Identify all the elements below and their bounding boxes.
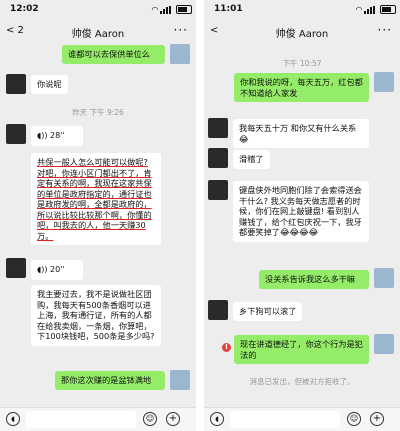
message-text: 键盘侠外地同胞们除了会索得送会干什么? 我义务每天做志愿者的时候，你们在网上敲键… bbox=[239, 185, 362, 237]
chat-message[interactable]: 没关系告诉我这么多干嘛 bbox=[259, 270, 369, 289]
chat-panel-right: 11:01 ◠ < 帅俊 Aaron ··· 下午 10:57 你和我说的呀，每… bbox=[204, 0, 400, 431]
avatar[interactable] bbox=[170, 44, 190, 64]
message-text: 没关系告诉我这么多干嘛 bbox=[265, 274, 356, 284]
signal-icon bbox=[160, 6, 172, 14]
wifi-icon: ◠ bbox=[151, 5, 158, 14]
voice-message[interactable]: ◖)) 28'' bbox=[31, 126, 83, 147]
message-input[interactable] bbox=[230, 411, 340, 428]
voice-icon: ◖)) bbox=[37, 131, 50, 140]
voice-icon: ◖)) bbox=[37, 265, 50, 274]
input-bar: ◖ ☺ + bbox=[0, 407, 196, 431]
send-failed-icon[interactable]: ! bbox=[222, 343, 231, 352]
message-text: 共保一般人怎么可能可以做呢? 对吧，你连小区门都出不了，肯定有关系的啊，我现在这… bbox=[37, 157, 152, 241]
chat-message[interactable]: 滑稽了 bbox=[233, 150, 270, 169]
chat-message[interactable]: 那你这次赚的是盆钵满地 bbox=[55, 371, 165, 390]
battery-icon bbox=[380, 5, 396, 14]
divider bbox=[196, 0, 204, 431]
avatar[interactable] bbox=[208, 148, 228, 168]
message-text: 乡下狗可以滚了 bbox=[239, 306, 297, 316]
chat-message[interactable]: 你说呢 bbox=[31, 75, 68, 94]
avatar[interactable] bbox=[170, 370, 190, 390]
chat-message[interactable]: 共保一般人怎么可能可以做呢? 对吧，你连小区门都出不了，肯定有关系的啊，我现在这… bbox=[31, 153, 161, 245]
plus-icon[interactable]: + bbox=[166, 412, 180, 426]
voice-input-icon[interactable]: ◖ bbox=[6, 412, 20, 426]
avatar[interactable] bbox=[208, 300, 228, 320]
message-text: 那你这次赚的是盆钵满地 bbox=[61, 375, 152, 385]
avatar[interactable] bbox=[208, 118, 228, 138]
more-options-button[interactable]: ··· bbox=[174, 23, 188, 37]
input-bar: ◖ ☺ + bbox=[204, 407, 400, 431]
chat-panel-left: 12:02 ◠ < 2 帅俊 Aaron ··· 谁都可以去保供单位么 你说呢 … bbox=[0, 0, 196, 431]
avatar[interactable] bbox=[6, 124, 26, 144]
avatar[interactable] bbox=[6, 258, 26, 278]
message-input[interactable] bbox=[26, 411, 136, 428]
avatar[interactable] bbox=[374, 268, 394, 288]
avatar[interactable] bbox=[374, 72, 394, 92]
status-bar: 12:02 ◠ bbox=[0, 0, 196, 20]
signal-icon bbox=[364, 6, 376, 14]
plus-icon[interactable]: + bbox=[370, 412, 384, 426]
status-time: 12:02 bbox=[10, 4, 39, 14]
emoji-icon[interactable]: ☺ bbox=[347, 412, 361, 426]
chat-message[interactable]: 乡下狗可以滚了 bbox=[233, 302, 303, 321]
system-notice: 消息已发出，但被对方拒收了。 bbox=[249, 377, 355, 386]
chat-header: < 帅俊 Aaron ··· bbox=[204, 20, 400, 44]
voice-message[interactable]: ◖)) 20'' bbox=[31, 260, 83, 281]
timestamp: 下午 10:57 bbox=[282, 59, 322, 68]
more-options-button[interactable]: ··· bbox=[378, 23, 392, 37]
chat-message[interactable]: 你和我说的呀，每天五万，红包都不知道给人家发 bbox=[234, 73, 369, 102]
message-text: 我主要过去，我不是说做社区团购，我每天有500条香烟可以进上海，我有通行证，所有… bbox=[37, 289, 155, 341]
message-text: 你和我说的呀，每天五万，红包都不知道给人家发 bbox=[240, 77, 363, 98]
message-text: 你说呢 bbox=[37, 79, 62, 89]
emoji-icon[interactable]: ☺ bbox=[143, 412, 157, 426]
chat-header: < 2 帅俊 Aaron ··· bbox=[0, 20, 196, 44]
wifi-icon: ◠ bbox=[355, 5, 362, 14]
chat-message[interactable]: 谁都可以去保供单位么 bbox=[62, 45, 165, 64]
message-text: 谁都可以去保供单位么 bbox=[68, 49, 150, 59]
battery-icon bbox=[176, 5, 192, 14]
status-bar: 11:01 ◠ bbox=[204, 0, 400, 20]
chat-message[interactable]: 我每天五十万 和你又有什么关系😂 bbox=[233, 119, 369, 148]
chat-message[interactable]: 键盘侠外地同胞们除了会索得送会干什么? 我义务每天做志愿者的时候，你们在网上敲键… bbox=[233, 181, 369, 242]
screenshot-composite: 12:02 ◠ < 2 帅俊 Aaron ··· 谁都可以去保供单位么 你说呢 … bbox=[0, 0, 400, 431]
status-time: 11:01 bbox=[214, 4, 243, 14]
avatar[interactable] bbox=[374, 334, 394, 354]
chat-title: 帅俊 Aaron bbox=[275, 29, 329, 40]
chat-title: 帅俊 Aaron bbox=[71, 29, 125, 40]
avatar[interactable] bbox=[208, 180, 228, 200]
chat-message[interactable]: 我主要过去，我不是说做社区团购，我每天有500条香烟可以进上海，我有通行证，所有… bbox=[31, 285, 161, 346]
message-text: 我每天五十万 和你又有什么关系😂 bbox=[239, 123, 357, 144]
timestamp: 昨天 下午 9:26 bbox=[72, 108, 124, 117]
avatar[interactable] bbox=[6, 74, 26, 94]
voice-input-icon[interactable]: ◖ bbox=[210, 412, 224, 426]
message-text: 滑稽了 bbox=[239, 154, 264, 164]
chat-message[interactable]: 现在讲道德经了，你这个行为是犯法的 bbox=[234, 335, 369, 364]
message-text: 现在讲道德经了，你这个行为是犯法的 bbox=[240, 339, 363, 360]
